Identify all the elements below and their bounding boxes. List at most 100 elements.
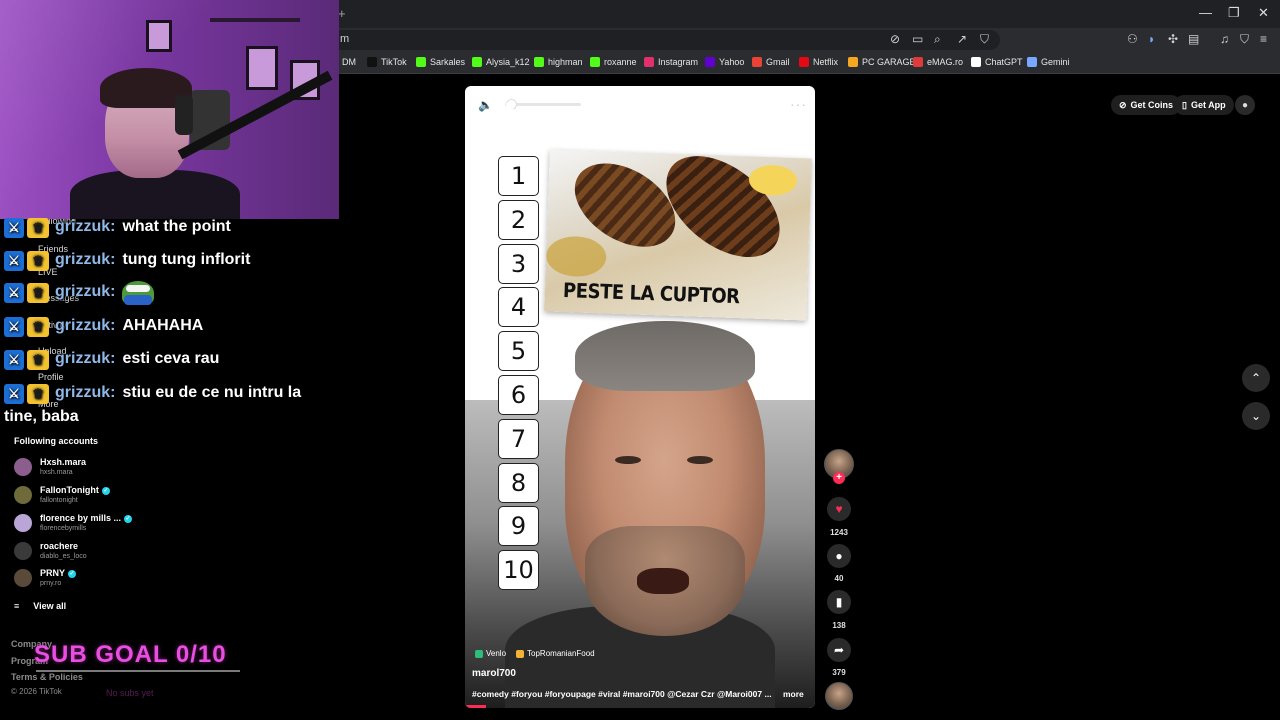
bookmark-item[interactable]: ChatGPT xyxy=(971,57,1023,67)
get-app-label: Get App xyxy=(1190,100,1226,110)
video-author[interactable]: marol700 xyxy=(472,668,516,679)
account-name-label: PRNY xyxy=(40,568,66,578)
bookmark-item[interactable]: Alysia_k12 xyxy=(472,57,530,67)
bookmark-item[interactable]: highman xyxy=(534,57,583,67)
bookmark-icon xyxy=(416,57,426,67)
like-button[interactable]: ♥ xyxy=(827,497,851,521)
close-button[interactable]: ✕ xyxy=(1258,5,1269,21)
minimize-button[interactable]: — xyxy=(1199,5,1212,20)
account-name: florence by mills ... ✓ xyxy=(40,513,133,524)
bookmark-icon xyxy=(971,57,981,67)
chat-text: esti ceva rau xyxy=(122,350,220,367)
account-avatar xyxy=(14,542,32,560)
bookmark-item[interactable]: Instagram xyxy=(644,57,698,67)
bookmark-icon xyxy=(913,57,923,67)
extensions-icon[interactable]: ✣ xyxy=(1168,32,1178,46)
no-translate-icon[interactable]: ⊘ xyxy=(890,32,900,46)
video-tags: Venlo TopRomanianFood xyxy=(475,649,595,658)
volume-icon[interactable]: 🔈 xyxy=(478,98,493,112)
no-subs-label: No subs yet xyxy=(106,688,154,698)
get-app-button[interactable]: ▯ Get App xyxy=(1174,95,1234,115)
bookmark-icon xyxy=(534,57,544,67)
account-avatar xyxy=(14,514,32,532)
chat-username: grizzuk: xyxy=(55,218,116,235)
verified-icon: ✓ xyxy=(68,569,77,578)
get-coins-button[interactable]: ⊘ Get Coins xyxy=(1111,95,1182,115)
bookmark-icon xyxy=(644,57,654,67)
footer-terms[interactable]: Terms & Policies xyxy=(11,672,83,682)
headset xyxy=(175,95,193,135)
chat-message: ⚔ ♛ grizzuk: stiu eu de ce nu intru la xyxy=(4,384,301,404)
view-all-link[interactable]: ≡ View all xyxy=(14,601,66,611)
video-player[interactable]: PESTE LA CUPTOR 1 2 3 4 5 6 7 8 9 10 🔈 ··· Venlo … xyxy=(465,86,815,708)
account-name: FallonTonight ✓ xyxy=(40,485,110,496)
sound-avatar[interactable] xyxy=(825,682,853,710)
previous-video-button[interactable]: ⌃ xyxy=(1242,364,1270,392)
sword-badge-icon: ⚔ xyxy=(4,317,24,337)
bookmark-item[interactable]: TikTok xyxy=(367,57,407,67)
follow-button[interactable]: + xyxy=(833,472,845,484)
account-text: PRNY ✓ prny.ro xyxy=(40,568,77,588)
food-tag[interactable]: TopRomanianFood xyxy=(516,649,595,658)
more-options-icon[interactable]: ··· xyxy=(790,96,807,112)
menu-icon[interactable]: ≡ xyxy=(1260,32,1267,46)
sidebar-icon[interactable]: ▤ xyxy=(1188,32,1199,46)
cast-icon[interactable]: ▭ xyxy=(912,32,923,46)
zoom-icon[interactable]: ⌕ xyxy=(934,32,941,47)
media-icon[interactable]: ♫ xyxy=(1220,32,1229,46)
following-account[interactable]: PRNY ✓ prny.ro xyxy=(14,568,77,588)
bookmark-item[interactable]: Yahoo xyxy=(705,57,744,67)
wallet-icon[interactable]: ⛉ xyxy=(1240,32,1249,47)
chat-username: grizzuk: xyxy=(55,283,116,300)
sword-badge-icon: ⚔ xyxy=(4,283,24,303)
comment-icon: ● xyxy=(835,549,843,563)
account-text: FallonTonight ✓ fallontonight xyxy=(40,485,110,505)
save-button[interactable]: ▮ xyxy=(827,590,851,614)
phone-icon: ▯ xyxy=(1182,99,1187,110)
new-tab-button[interactable]: + xyxy=(338,6,346,21)
speech-icon[interactable]: ◗ xyxy=(1148,32,1155,46)
save-count: 138 xyxy=(832,621,846,630)
shield-icon[interactable]: ⛉ xyxy=(980,32,989,47)
chat-message: ⚔ ♛ grizzuk: tung tung inflorit xyxy=(4,251,250,271)
maximize-button[interactable]: ❐ xyxy=(1228,5,1240,21)
following-account[interactable]: roachere diablo_es_loco xyxy=(14,541,87,561)
chat-text: what the point xyxy=(122,218,231,235)
next-video-button[interactable]: ⌄ xyxy=(1242,402,1270,430)
profile-avatar[interactable]: ● xyxy=(1235,95,1255,115)
share-count: 379 xyxy=(832,668,846,677)
bookmark-item[interactable]: Gmail xyxy=(752,57,790,67)
video-progress-bar[interactable] xyxy=(465,705,486,708)
account-handle: fallontonight xyxy=(40,497,78,504)
bookmark-item[interactable]: Netflix xyxy=(799,57,838,67)
following-account[interactable]: FallonTonight ✓ fallontonight xyxy=(14,485,110,505)
chevron-up-icon: ⌃ xyxy=(1250,371,1262,385)
comment-button[interactable]: ● xyxy=(827,544,851,568)
vpn-icon[interactable]: ⚇ xyxy=(1127,32,1138,46)
food-tag-label: TopRomanianFood xyxy=(527,649,595,658)
bookmark-label: Yahoo xyxy=(719,57,745,67)
sidebar-item-profile[interactable]: Profile xyxy=(38,372,64,382)
bookmark-item[interactable]: Sarkales xyxy=(416,57,465,67)
bookmark-label: eMAG.ro xyxy=(927,57,964,67)
description-more-button[interactable]: more xyxy=(783,689,804,699)
number-box: 10 xyxy=(498,550,539,591)
location-tag[interactable]: Venlo xyxy=(475,649,506,658)
sword-badge-icon: ⚔ xyxy=(4,251,24,271)
webcam-frame xyxy=(146,20,172,52)
sub-goal-bar xyxy=(36,670,240,672)
sword-badge-icon: ⚔ xyxy=(4,218,24,238)
bookmark-item[interactable]: roxanne xyxy=(590,57,637,67)
bookmark-item[interactable]: Gemini xyxy=(1027,57,1070,67)
bookmark-item[interactable]: PC GARAGE xyxy=(848,57,916,67)
following-account[interactable]: florence by mills ... ✓ florencebymills xyxy=(14,513,133,533)
bookmark-item[interactable]: eMAG.ro xyxy=(913,57,963,67)
bookmark-icon xyxy=(752,57,762,67)
chat-message: ⚔ ♛ grizzuk: esti ceva rau xyxy=(4,350,219,370)
crown-badge-icon: ♛ xyxy=(27,251,49,271)
bookmark-item[interactable]: DM xyxy=(342,57,356,67)
number-box: 2 xyxy=(498,199,539,240)
share-icon[interactable]: ↗ xyxy=(957,32,967,46)
share-button[interactable]: ➦ xyxy=(827,638,851,662)
following-account[interactable]: Hxsh.mara hxsh.mara xyxy=(14,457,86,477)
